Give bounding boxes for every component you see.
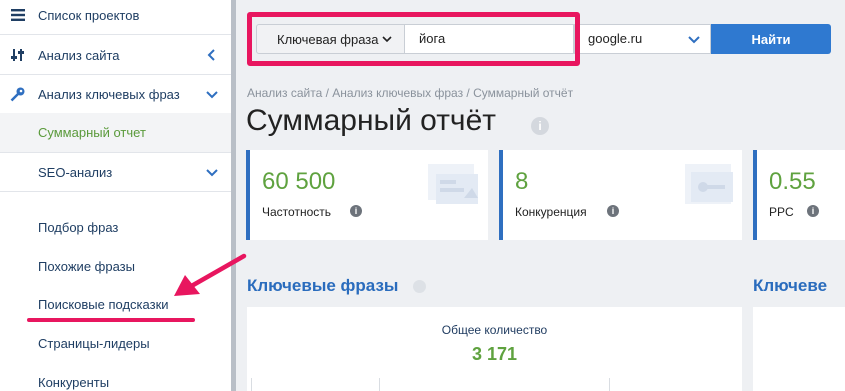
sidebar-item-keyword-analysis[interactable]: Анализ ключевых фраз — [0, 83, 231, 105]
section-title-keywords: Ключевые фразы — [247, 276, 399, 295]
sidebar-item-competitors[interactable]: Конкуренты — [0, 371, 231, 391]
sidebar-item-label: Поисковые подсказки — [38, 296, 169, 312]
divider — [0, 34, 231, 35]
sidebar-item-label: Анализ ключевых фраз — [38, 86, 180, 102]
breadcrumb: Анализ сайта / Анализ ключевых фраз / Су… — [247, 86, 574, 100]
sidebar-item-seo-analysis[interactable]: SEO-анализ — [0, 161, 231, 183]
sidebar-item-phrase-selection[interactable]: Подбор фраз — [0, 216, 231, 238]
key-card-icon — [685, 164, 733, 204]
annotation-highlight-box — [247, 12, 580, 66]
sidebar-item-leader-pages[interactable]: Страницы-лидеры — [0, 332, 231, 354]
metric-value: 0.55 — [769, 168, 816, 195]
metric-card-competition: 8 Конкуренция i — [499, 150, 742, 240]
sidebar-item-label: Страницы-лидеры — [38, 335, 150, 351]
key-icon — [10, 86, 26, 102]
metric-value: 8 — [515, 168, 529, 195]
chevron-down-icon — [688, 36, 700, 44]
chevron-down-icon — [206, 169, 218, 177]
sidebar-item-site-analysis[interactable]: Анализ сайта — [0, 44, 231, 66]
sidebar-item-label: SEO-анализ — [38, 164, 113, 180]
search-engine-value: google.ru — [588, 31, 643, 46]
info-icon[interactable]: i — [607, 205, 619, 217]
chevron-down-icon — [206, 91, 218, 99]
metric-value: 60 500 — [262, 168, 336, 195]
find-button[interactable]: Найти — [711, 24, 831, 54]
divider — [379, 378, 380, 391]
total-caption: Общее количество — [441, 323, 548, 337]
info-icon[interactable] — [413, 280, 426, 293]
menu-icon — [10, 7, 26, 23]
sliders-icon — [10, 47, 26, 63]
sidebar-item-label: Конкуренты — [38, 374, 110, 390]
divider — [0, 191, 231, 192]
sidebar-item-label: Анализ сайта — [38, 47, 120, 63]
chart-card-icon — [428, 164, 478, 204]
metric-card-ppc: 0.55 PPC i — [753, 150, 845, 240]
metric-label: PPC — [769, 205, 794, 219]
keywords-panel-2 — [753, 307, 845, 391]
info-icon[interactable]: i — [531, 117, 549, 135]
sidebar-item-label: Похожие фразы — [38, 258, 135, 274]
info-icon[interactable]: i — [807, 205, 819, 217]
divider — [609, 378, 610, 391]
metric-card-frequency: 60 500 Частотность i — [246, 150, 488, 240]
sidebar-item-label: Список проектов — [38, 7, 140, 23]
chevron-left-icon — [207, 49, 215, 61]
annotation-arrow-icon — [174, 253, 247, 296]
divider — [0, 152, 231, 153]
total-value: 3 171 — [471, 344, 518, 364]
search-engine-select[interactable]: google.ru — [574, 24, 711, 54]
sidebar-item-label: Суммарный отчет — [38, 125, 146, 140]
page-title: Суммарный отчёт — [246, 104, 496, 137]
section-title-keywords-2: Ключеве — [753, 276, 828, 295]
sidebar-item-summary-report[interactable]: Суммарный отчет — [0, 113, 231, 152]
info-icon[interactable]: i — [350, 205, 362, 217]
sidebar-item-projects[interactable]: Список проектов — [0, 4, 231, 26]
sidebar: Список проектов Анализ сайта Анализ ключ… — [0, 0, 231, 391]
divider — [0, 74, 231, 75]
divider — [251, 378, 252, 391]
metric-label: Частотность — [262, 205, 331, 219]
metric-label: Конкуренция — [515, 205, 587, 219]
annotation-underline — [27, 318, 195, 322]
sidebar-scrollbar[interactable] — [231, 0, 236, 391]
sidebar-item-label: Подбор фраз — [38, 219, 119, 235]
keywords-panel: Общее количество 3 171 — [247, 307, 742, 391]
